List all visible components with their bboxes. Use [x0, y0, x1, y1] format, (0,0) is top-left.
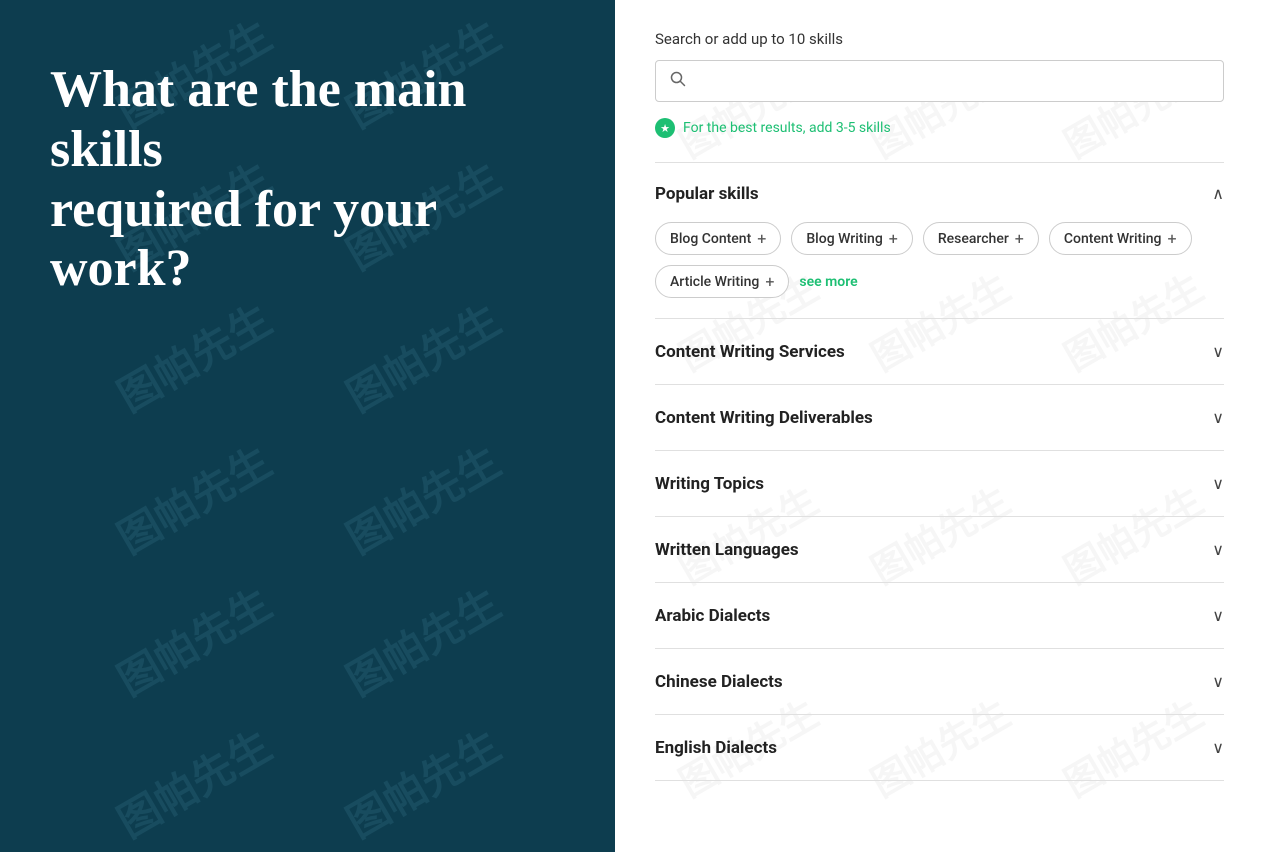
skill-label-article-writing: Article Writing [670, 274, 759, 290]
chevron-arabic-dialects [1212, 605, 1224, 626]
see-more-link[interactable]: see more [799, 274, 857, 290]
section-title-content-writing-services: Content Writing Services [655, 342, 845, 362]
section-header-content-writing-deliverables[interactable]: Content Writing Deliverables [655, 407, 1224, 428]
section-arabic-dialects[interactable]: Arabic Dialects [655, 582, 1224, 648]
skill-label-blog-content: Blog Content [670, 231, 751, 247]
chevron-written-languages [1212, 539, 1224, 560]
chevron-chinese-dialects [1212, 671, 1224, 692]
search-label: Search or add up to 10 skills [655, 30, 1224, 48]
left-panel: 图帕先生 图帕先生 图帕先生 图帕先生 图帕先生 图帕先生 图帕先生 图帕先生 … [0, 0, 615, 852]
page-heading: What are the main skills required for yo… [50, 60, 565, 299]
plus-icon-content-writing: + [1168, 229, 1177, 248]
popular-skills-section: Popular skills Blog Content + Blog Writi… [655, 162, 1224, 318]
section-header-chinese-dialects[interactable]: Chinese Dialects [655, 671, 1224, 692]
right-panel: 图帕先生 图帕先生 图帕先生 图帕先生 图帕先生 图帕先生 图帕先生 图帕先生 … [615, 0, 1264, 852]
search-input[interactable] [694, 73, 1209, 90]
popular-skills-title: Popular skills [655, 184, 759, 204]
popular-skills-chevron [1212, 183, 1224, 204]
skill-label-content-writing: Content Writing [1064, 231, 1162, 247]
plus-icon-blog-content: + [757, 229, 766, 248]
section-content-writing-services[interactable]: Content Writing Services [655, 318, 1224, 384]
section-header-writing-topics[interactable]: Writing Topics [655, 473, 1224, 494]
plus-icon-article-writing: + [765, 272, 774, 291]
section-title-arabic-dialects: Arabic Dialects [655, 606, 770, 626]
skills-tags-container: Blog Content + Blog Writing + Researcher… [655, 222, 1224, 298]
skill-tag-blog-content[interactable]: Blog Content + [655, 222, 781, 255]
skill-tag-article-writing[interactable]: Article Writing + [655, 265, 789, 298]
hint-text: For the best results, add 3-5 skills [683, 120, 891, 136]
star-icon [655, 118, 675, 138]
section-title-chinese-dialects: Chinese Dialects [655, 672, 783, 692]
section-header-arabic-dialects[interactable]: Arabic Dialects [655, 605, 1224, 626]
skill-tag-blog-writing[interactable]: Blog Writing + [791, 222, 913, 255]
skills-form: Search or add up to 10 skills For the be… [655, 30, 1224, 781]
section-title-english-dialects: English Dialects [655, 738, 777, 758]
skill-label-researcher: Researcher [938, 231, 1009, 247]
section-header-content-writing-services[interactable]: Content Writing Services [655, 341, 1224, 362]
plus-icon-blog-writing: + [889, 229, 898, 248]
search-icon [670, 71, 686, 91]
section-written-languages[interactable]: Written Languages [655, 516, 1224, 582]
section-title-writing-topics: Writing Topics [655, 474, 764, 494]
section-header-written-languages[interactable]: Written Languages [655, 539, 1224, 560]
chevron-content-writing-services [1212, 341, 1224, 362]
section-english-dialects[interactable]: English Dialects [655, 714, 1224, 781]
section-chinese-dialects[interactable]: Chinese Dialects [655, 648, 1224, 714]
section-content-writing-deliverables[interactable]: Content Writing Deliverables [655, 384, 1224, 450]
skill-label-blog-writing: Blog Writing [806, 231, 882, 247]
popular-skills-header[interactable]: Popular skills [655, 183, 1224, 204]
skill-tag-content-writing[interactable]: Content Writing + [1049, 222, 1192, 255]
hint-row: For the best results, add 3-5 skills [655, 118, 1224, 138]
section-header-english-dialects[interactable]: English Dialects [655, 737, 1224, 758]
chevron-english-dialects [1212, 737, 1224, 758]
section-writing-topics[interactable]: Writing Topics [655, 450, 1224, 516]
plus-icon-researcher: + [1015, 229, 1024, 248]
search-box[interactable] [655, 60, 1224, 102]
skill-tag-researcher[interactable]: Researcher + [923, 222, 1039, 255]
section-title-written-languages: Written Languages [655, 540, 799, 560]
chevron-content-writing-deliverables [1212, 407, 1224, 428]
chevron-writing-topics [1212, 473, 1224, 494]
section-title-content-writing-deliverables: Content Writing Deliverables [655, 408, 873, 428]
